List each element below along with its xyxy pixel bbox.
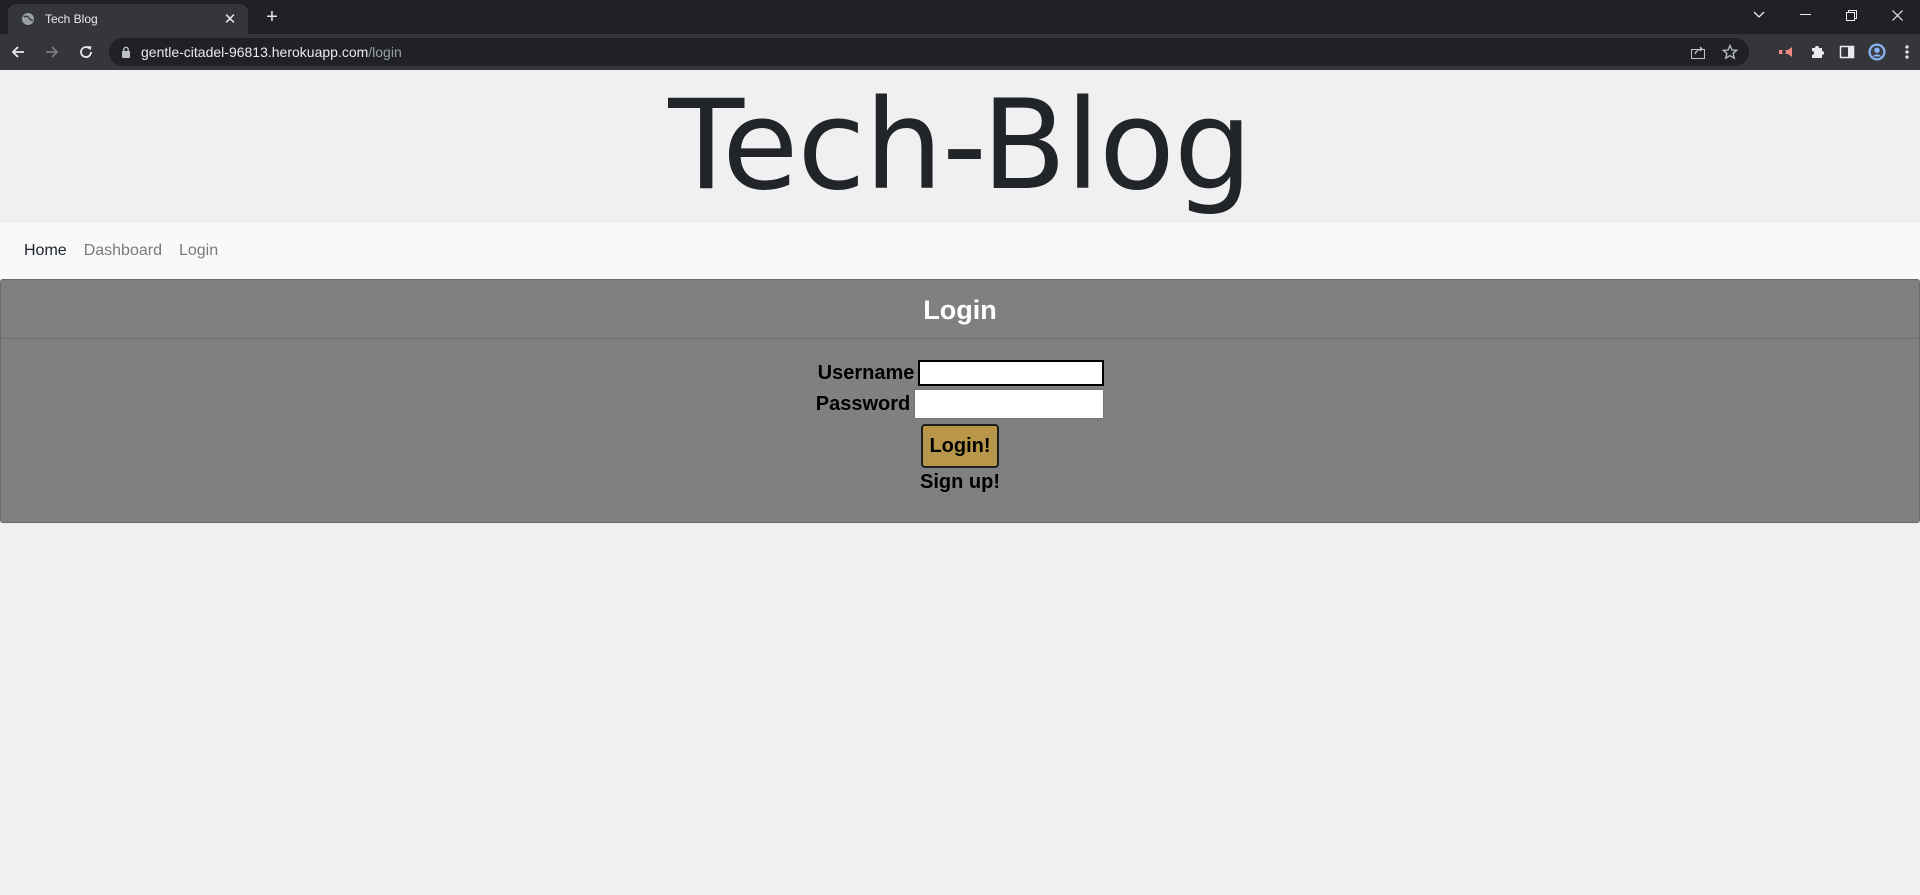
window-controls [1736,0,1920,30]
login-form: Username Password Login! Sign up! [1,339,1919,494]
browser-tab[interactable]: Tech Blog ✕ [8,4,248,34]
extension-pin-icon[interactable] [1778,43,1796,61]
new-tab-button[interactable]: + [260,5,284,29]
restore-icon[interactable] [1828,0,1874,30]
login-heading: Login [923,295,997,325]
submit-row: Login! [1,424,1919,468]
profile-avatar-icon[interactable] [1868,43,1886,61]
share-icon[interactable] [1689,43,1707,61]
address-bar-actions [1689,38,1739,66]
page-viewport: Tech-Blog Home Dashboard Login Login Use… [0,70,1920,895]
close-window-icon[interactable] [1874,0,1920,30]
login-card-header: Login [1,280,1919,339]
username-row: Username [3,360,1919,386]
kebab-menu-icon[interactable] [1898,43,1916,61]
nav-link-home[interactable]: Home [24,242,67,260]
tab-search-chevron-icon[interactable] [1736,0,1782,30]
username-input[interactable] [918,360,1105,386]
password-row: Password [1,389,1919,419]
url-path: /login [368,44,402,60]
reload-icon[interactable] [70,36,102,68]
site-header: Tech-Blog [0,70,1920,223]
nav-link-dashboard[interactable]: Dashboard [84,242,162,260]
lock-icon[interactable] [121,46,131,58]
tab-title: Tech Blog [45,12,98,26]
side-panel-icon[interactable] [1838,43,1856,61]
username-label: Username [817,361,915,384]
toolbar-right-icons [1778,38,1916,66]
site-title: Tech-Blog [668,74,1252,218]
password-input[interactable] [914,389,1105,419]
url-host: gentle-citadel-96813.herokuapp.com [141,44,369,60]
password-label: Password [815,392,911,415]
star-icon[interactable] [1721,43,1739,61]
minimize-icon[interactable] [1782,0,1828,30]
globe-icon [21,12,35,26]
browser-toolbar: gentle-citadel-96813.herokuapp.com/login [0,34,1920,70]
address-bar[interactable]: gentle-citadel-96813.herokuapp.com/login [109,38,1749,66]
puzzle-icon[interactable] [1808,43,1826,61]
close-tab-icon[interactable]: ✕ [222,10,238,28]
back-arrow-icon[interactable] [2,36,34,68]
nav-link-login[interactable]: Login [179,242,218,260]
login-submit-button[interactable]: Login! [921,424,999,468]
forward-arrow-icon[interactable] [36,36,68,68]
login-card: Login Username Password Login! Sign up! [0,279,1920,523]
browser-tab-strip: Tech Blog ✕ + [0,0,1920,34]
sign-up-link[interactable]: Sign up! [1,471,1919,494]
main-navbar: Home Dashboard Login [0,223,1920,279]
